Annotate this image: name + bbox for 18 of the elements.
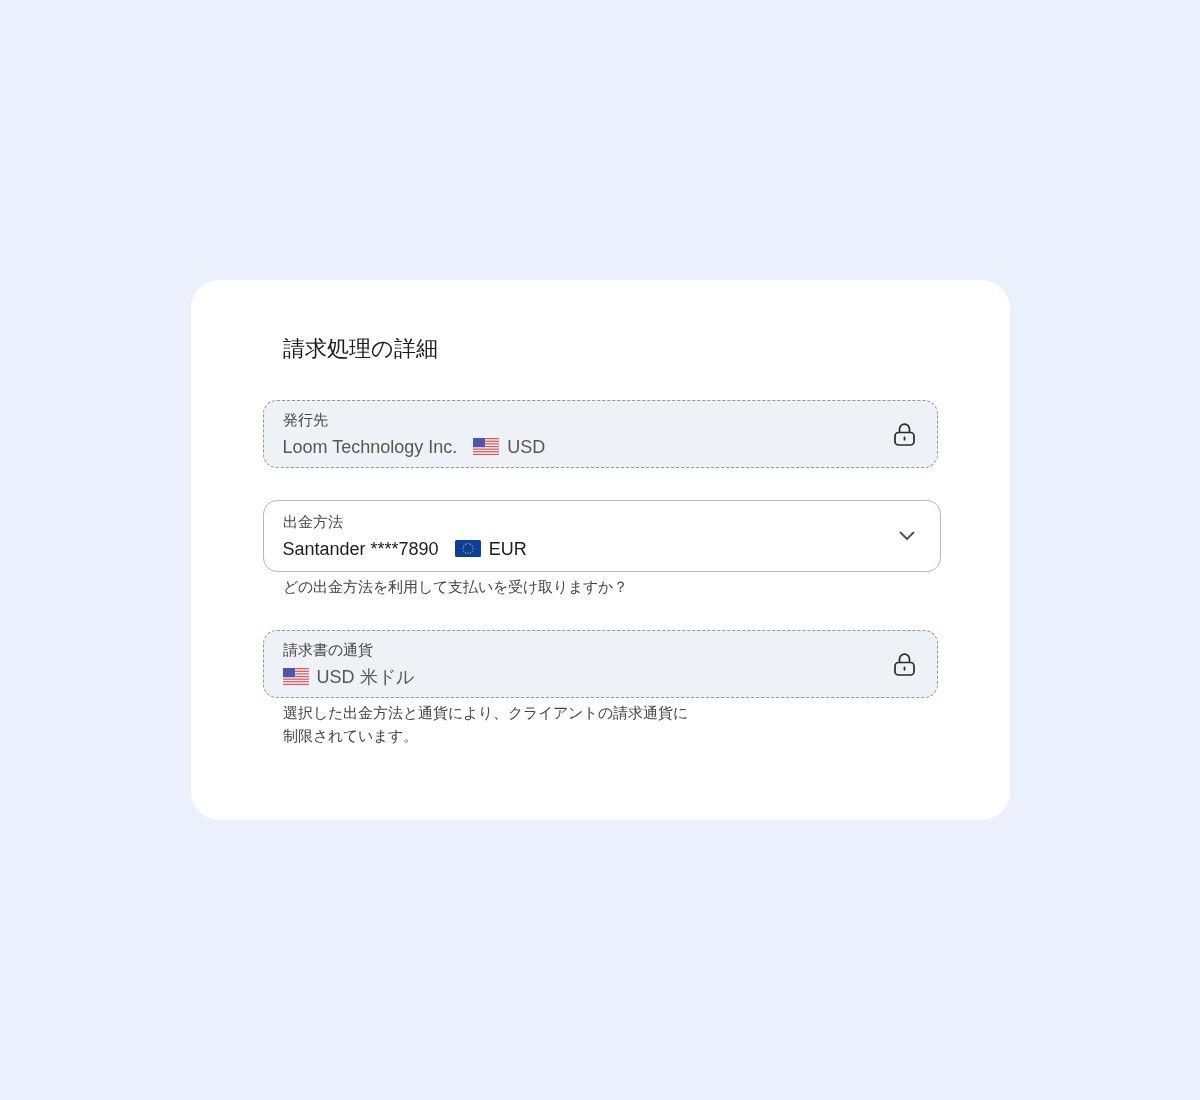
field-value: Santander ****7890	[282, 537, 439, 560]
field-label: 出金方法	[282, 512, 343, 531]
field-value: Loom Technology Inc.	[282, 435, 458, 458]
us-flag-icon	[473, 438, 500, 455]
field-value: EUR	[488, 537, 527, 560]
helper-text: どの出金方法を利用して支払いを受け取りますか？	[282, 577, 629, 597]
dropdown-field[interactable]: 出金方法 Santander ****7890 EUR	[262, 500, 941, 572]
helper-text: 選択した出金方法と通貨により、クライアントの請求通貨に制限されています。	[282, 703, 689, 746]
section-title: 請求処理の詳細	[282, 335, 438, 363]
field-value: USD	[507, 435, 546, 458]
chevron-down-icon	[898, 531, 915, 541]
us-flag-icon	[282, 668, 309, 685]
lock-icon	[893, 652, 915, 676]
field-label: 請求書の通貨	[282, 640, 373, 659]
field-value: USD 米ドル	[316, 665, 414, 688]
lock-icon	[893, 422, 915, 446]
eu-flag-icon	[454, 540, 481, 557]
field-label: 発行先	[282, 410, 328, 429]
